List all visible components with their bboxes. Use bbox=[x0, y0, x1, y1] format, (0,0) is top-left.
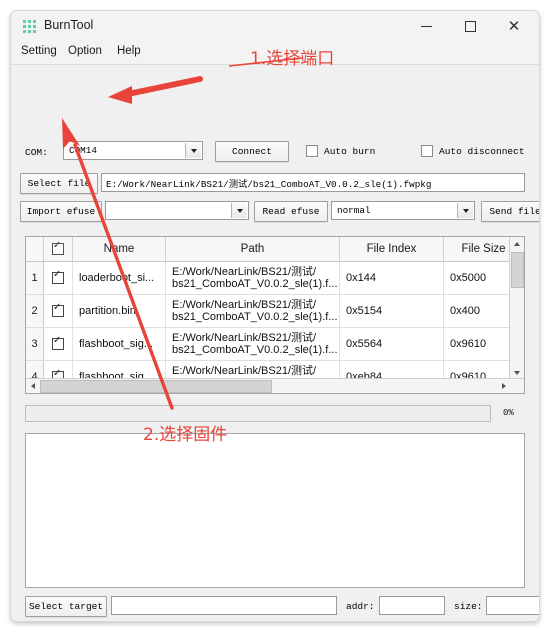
table-vertical-scrollbar[interactable] bbox=[509, 237, 524, 379]
addr-label: addr: bbox=[346, 601, 375, 612]
close-icon: ✕ bbox=[507, 17, 521, 35]
progress-bar bbox=[25, 405, 491, 422]
minimize-icon bbox=[420, 26, 432, 27]
app-grid-icon bbox=[23, 20, 36, 33]
cell-index: 1 bbox=[26, 262, 44, 294]
cell-path-text: E:/Work/NearLink/BS21/测试/bs21_ComboAT_V0… bbox=[172, 331, 338, 357]
cell-path-text: E:/Work/NearLink/BS21/测试/bs21_ComboAT_V0… bbox=[172, 265, 338, 291]
com-port-select[interactable]: COM14 bbox=[63, 141, 203, 160]
cell-file-index: 0x5154 bbox=[340, 295, 444, 327]
select-file-button[interactable]: Select file bbox=[20, 173, 98, 194]
row-checkbox[interactable] bbox=[44, 295, 73, 327]
scroll-left-icon[interactable] bbox=[26, 379, 39, 392]
menu-bar: Setting Option Help bbox=[11, 42, 539, 65]
burntool-window: BurnTool ✕ Setting Option Help COM: COM1… bbox=[10, 10, 540, 622]
checkbox-box[interactable] bbox=[52, 335, 64, 350]
table-header-row: Name Path File Index File Size bbox=[26, 237, 524, 262]
cell-index: 2 bbox=[26, 295, 44, 327]
table-body: 1loaderboot_si...E:/Work/NearLink/BS21/测… bbox=[26, 262, 524, 393]
auto-disconnect-checkbox[interactable]: Auto disconnect bbox=[421, 145, 525, 157]
cell-index: 3 bbox=[26, 328, 44, 360]
scroll-up-icon[interactable] bbox=[510, 237, 523, 250]
minimize-button[interactable] bbox=[405, 11, 447, 42]
cell-file-index: 0x5564 bbox=[340, 328, 444, 360]
progress-percent-label: 0% bbox=[503, 408, 514, 418]
table-header-name[interactable]: Name bbox=[73, 237, 166, 261]
cell-path: E:/Work/NearLink/BS21/测试/bs21_ComboAT_V0… bbox=[166, 295, 340, 327]
log-output[interactable] bbox=[25, 433, 525, 588]
cell-path: E:/Work/NearLink/BS21/测试/bs21_ComboAT_V0… bbox=[166, 262, 340, 294]
table-horizontal-scrollbar[interactable] bbox=[26, 378, 524, 393]
mode-select[interactable]: normal bbox=[331, 201, 475, 220]
send-file-button[interactable]: Send file bbox=[481, 201, 539, 222]
cell-name: partition.bin bbox=[73, 295, 166, 327]
table-header-file-index[interactable]: File Index bbox=[340, 237, 444, 261]
auto-disconnect-label: Auto disconnect bbox=[439, 145, 525, 157]
size-input[interactable] bbox=[486, 596, 539, 615]
cell-file-index: 0x144 bbox=[340, 262, 444, 294]
vertical-scroll-thumb[interactable] bbox=[511, 252, 524, 288]
cell-path: E:/Work/NearLink/BS21/测试/bs21_ComboAT_V0… bbox=[166, 328, 340, 360]
menu-item-option[interactable]: Option bbox=[68, 45, 102, 57]
menu-item-setting[interactable]: Setting bbox=[21, 45, 57, 57]
table-header-index bbox=[26, 237, 44, 261]
cell-name: flashboot_sig... bbox=[73, 328, 166, 360]
chevron-down-icon[interactable] bbox=[231, 203, 247, 218]
import-efuse-button[interactable]: Import efuse bbox=[20, 201, 102, 222]
cell-name: loaderboot_si... bbox=[73, 262, 166, 294]
table-row[interactable]: 2 partition.binE:/Work/NearLink/BS21/测试/b… bbox=[26, 295, 524, 328]
main-content: COM: COM14 Connect Auto burn Auto discon… bbox=[11, 65, 539, 621]
menu-item-help[interactable]: Help bbox=[117, 45, 141, 57]
window-title: BurnTool bbox=[44, 18, 94, 32]
connect-button[interactable]: Connect bbox=[215, 141, 289, 162]
row-checkbox[interactable] bbox=[44, 262, 73, 294]
maximize-icon bbox=[464, 21, 476, 32]
chevron-down-icon[interactable] bbox=[185, 143, 201, 158]
file-table[interactable]: Name Path File Index File Size 1 loaderbo… bbox=[25, 236, 525, 394]
checkbox-box[interactable] bbox=[52, 269, 64, 284]
file-path-input[interactable]: E:/Work/NearLink/BS21/测试/bs21_ComboAT_V0… bbox=[101, 173, 525, 192]
auto-burn-checkbox[interactable]: Auto burn bbox=[306, 145, 375, 157]
title-bar: BurnTool ✕ bbox=[11, 11, 539, 42]
efuse-select[interactable] bbox=[105, 201, 249, 220]
mode-value: normal bbox=[337, 205, 371, 216]
maximize-button[interactable] bbox=[449, 11, 491, 42]
close-button[interactable]: ✕ bbox=[493, 11, 535, 42]
checkbox-box[interactable] bbox=[52, 302, 64, 317]
target-input[interactable] bbox=[111, 596, 337, 615]
addr-input[interactable] bbox=[379, 596, 445, 615]
checkbox-box bbox=[421, 145, 433, 157]
table-header-select-all[interactable] bbox=[44, 237, 73, 261]
auto-burn-label: Auto burn bbox=[324, 145, 376, 157]
row-checkbox[interactable] bbox=[44, 328, 73, 360]
table-row[interactable]: 1 loaderboot_si...E:/Work/NearLink/BS21/测… bbox=[26, 262, 524, 295]
com-port-value: COM14 bbox=[69, 145, 97, 156]
select-target-button[interactable]: Select target bbox=[25, 596, 107, 617]
size-label: size: bbox=[454, 601, 483, 612]
select-all-checkbox[interactable] bbox=[52, 240, 64, 255]
com-label: COM: bbox=[25, 147, 48, 158]
checkbox-box bbox=[306, 145, 318, 157]
scroll-right-icon[interactable] bbox=[497, 379, 510, 392]
table-row[interactable]: 3 flashboot_sig...E:/Work/NearLink/BS21/测… bbox=[26, 328, 524, 361]
chevron-down-icon[interactable] bbox=[457, 203, 473, 218]
cell-path-text: E:/Work/NearLink/BS21/测试/bs21_ComboAT_V0… bbox=[172, 298, 338, 324]
table-header-path[interactable]: Path bbox=[166, 237, 340, 261]
read-efuse-button[interactable]: Read efuse bbox=[254, 201, 328, 222]
horizontal-scroll-thumb[interactable] bbox=[40, 380, 272, 393]
